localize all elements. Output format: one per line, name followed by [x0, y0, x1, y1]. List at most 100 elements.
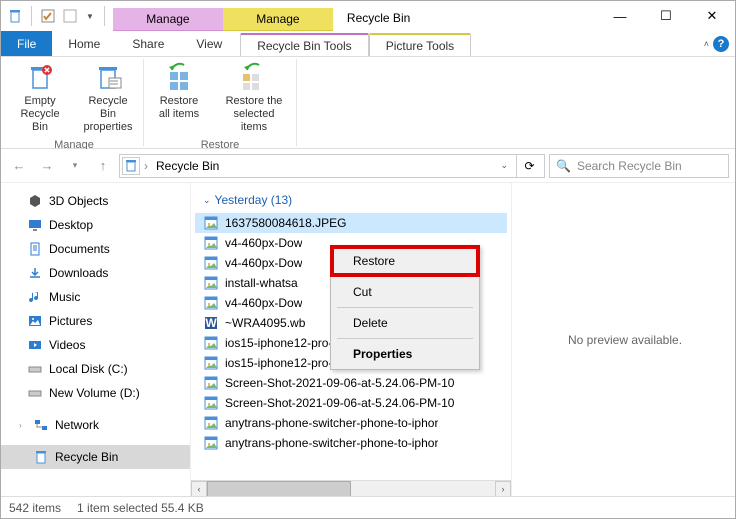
horizontal-scrollbar[interactable]: ‹ ›	[191, 480, 511, 496]
maximize-button[interactable]: ☐	[643, 1, 689, 31]
recycle-bin-icon	[33, 449, 49, 465]
sidebar-item-new-volume[interactable]: New Volume (D:)	[1, 381, 190, 405]
titlebar: ▼ Manage Manage Recycle Bin — ☐ ✕	[1, 1, 735, 31]
addr-dropdown[interactable]: ⌄	[500, 160, 508, 171]
recycle-bin-properties-button[interactable]: Recycle Bin properties	[79, 59, 137, 137]
separator	[337, 276, 473, 277]
context-menu: Restore Cut Delete Properties	[330, 245, 480, 370]
image-icon	[203, 275, 219, 291]
download-icon	[27, 265, 43, 281]
no-preview-text: No preview available.	[568, 333, 682, 347]
nav-forward-button[interactable]: →	[35, 154, 59, 178]
restore-sel-icon	[238, 61, 270, 93]
word-icon: W	[203, 315, 219, 331]
restore-selected-items-button[interactable]: Restore the selected items	[218, 59, 290, 137]
file-name: v4-460px-Dow	[225, 236, 302, 250]
ctx-properties[interactable]: Properties	[333, 341, 477, 367]
close-button[interactable]: ✕	[689, 1, 735, 31]
ctx-delete[interactable]: Delete	[333, 310, 477, 336]
tab-picture-tools[interactable]: Picture Tools	[369, 33, 471, 56]
tab-view[interactable]: View	[180, 31, 238, 56]
search-box[interactable]: 🔍 Search Recycle Bin	[549, 154, 729, 178]
qat-checkbox[interactable]	[40, 8, 56, 24]
scroll-right-button[interactable]: ›	[495, 481, 511, 497]
tab-recycle-bin-tools[interactable]: Recycle Bin Tools	[240, 33, 369, 56]
nav-up-button[interactable]: ↑	[91, 154, 115, 178]
contextual-tab-groups: Manage Manage	[113, 8, 333, 31]
sidebar-item-desktop[interactable]: Desktop	[1, 213, 190, 237]
group-header[interactable]: ⌄ Yesterday (13)	[191, 183, 511, 213]
tab-home[interactable]: Home	[52, 31, 116, 56]
address-bar[interactable]: › Recycle Bin ⌄ ⟳	[119, 154, 545, 178]
sidebar-item-local-disk[interactable]: Local Disk (C:)	[1, 357, 190, 381]
label: Recycle Bin properties	[83, 95, 133, 135]
file-name: Screen-Shot-2021-09-06-at-5.24.06-PM-10	[225, 376, 454, 390]
ribbon-collapse-caret[interactable]: ˄	[704, 39, 709, 49]
sidebar-item-music[interactable]: Music	[1, 285, 190, 309]
quick-access-toolbar: ▼	[1, 1, 113, 31]
image-icon	[203, 415, 219, 431]
image-icon	[203, 215, 219, 231]
sidebar-item-recycle-bin[interactable]: Recycle Bin	[1, 445, 190, 469]
sidebar-item-label: Videos	[49, 338, 85, 352]
ctx-group-recyclebin: Manage	[113, 8, 223, 31]
image-icon	[203, 295, 219, 311]
file-row[interactable]: 1637580084618.JPEG	[195, 213, 507, 233]
sidebar-item-downloads[interactable]: Downloads	[1, 261, 190, 285]
svg-text:W: W	[205, 316, 217, 330]
scroll-left-button[interactable]: ‹	[191, 481, 207, 497]
window-title: Recycle Bin	[333, 5, 424, 31]
sidebar-item-label: Network	[55, 418, 99, 432]
tab-share[interactable]: Share	[116, 31, 180, 56]
sidebar-item-label: Recycle Bin	[55, 450, 118, 464]
sidebar-item-videos[interactable]: Videos	[1, 333, 190, 357]
sidebar-item-label: Downloads	[49, 266, 108, 280]
sidebar-item-3d-objects[interactable]: 3D Objects	[1, 189, 190, 213]
separator	[31, 6, 32, 26]
separator	[337, 338, 473, 339]
ribbon-tabs: File Home Share View Recycle Bin Tools P…	[1, 31, 735, 57]
image-icon	[203, 355, 219, 371]
disk-icon	[27, 361, 43, 377]
breadcrumb-sep[interactable]: ›	[144, 159, 148, 173]
image-icon	[203, 235, 219, 251]
status-selection: 1 item selected 55.4 KB	[77, 501, 204, 515]
search-placeholder: Search Recycle Bin	[577, 159, 682, 173]
sidebar-item-network[interactable]: ›Network	[1, 413, 190, 437]
empty-recycle-bin-button[interactable]: Empty Recycle Bin	[11, 59, 69, 137]
breadcrumb-current[interactable]: Recycle Bin	[152, 159, 492, 173]
sidebar-item-pictures[interactable]: Pictures	[1, 309, 190, 333]
ribbon-group-manage: Empty Recycle Bin Recycle Bin properties…	[5, 59, 144, 146]
file-row[interactable]: Screen-Shot-2021-09-06-at-5.24.06-PM-10	[195, 373, 507, 393]
label: Empty Recycle Bin	[15, 95, 65, 135]
refresh-button[interactable]: ⟳	[516, 154, 542, 178]
group-label: Yesterday (13)	[215, 193, 293, 207]
cube-icon	[27, 193, 43, 209]
nav-history-dropdown[interactable]: ▾	[63, 154, 87, 178]
ctx-restore[interactable]: Restore	[333, 248, 477, 274]
file-row[interactable]: anytrans-phone-switcher-phone-to-iphor	[195, 433, 507, 453]
qat-blank[interactable]	[62, 8, 78, 24]
file-row[interactable]: Screen-Shot-2021-09-06-at-5.24.06-PM-10	[195, 393, 507, 413]
status-bar: 542 items 1 item selected 55.4 KB	[1, 496, 735, 518]
scroll-thumb[interactable]	[207, 481, 351, 497]
sidebar-item-documents[interactable]: Documents	[1, 237, 190, 261]
minimize-button[interactable]: —	[597, 1, 643, 31]
sidebar-item-label: Music	[49, 290, 80, 304]
desktop-icon	[27, 217, 43, 233]
ctx-cut[interactable]: Cut	[333, 279, 477, 305]
qat-dropdown[interactable]: ▼	[84, 12, 96, 21]
tab-file[interactable]: File	[1, 31, 52, 56]
help-icon[interactable]: ?	[713, 36, 729, 52]
image-icon	[203, 395, 219, 411]
sidebar-item-label: Documents	[49, 242, 110, 256]
restore-all-items-button[interactable]: Restore all items	[150, 59, 208, 137]
file-row[interactable]: anytrans-phone-switcher-phone-to-iphor	[195, 413, 507, 433]
image-icon	[203, 435, 219, 451]
image-icon	[203, 375, 219, 391]
search-icon: 🔍	[556, 159, 571, 173]
scroll-track[interactable]	[207, 481, 495, 497]
sidebar-item-label: Pictures	[49, 314, 92, 328]
network-icon	[33, 417, 49, 433]
nav-back-button[interactable]: ←	[7, 154, 31, 178]
